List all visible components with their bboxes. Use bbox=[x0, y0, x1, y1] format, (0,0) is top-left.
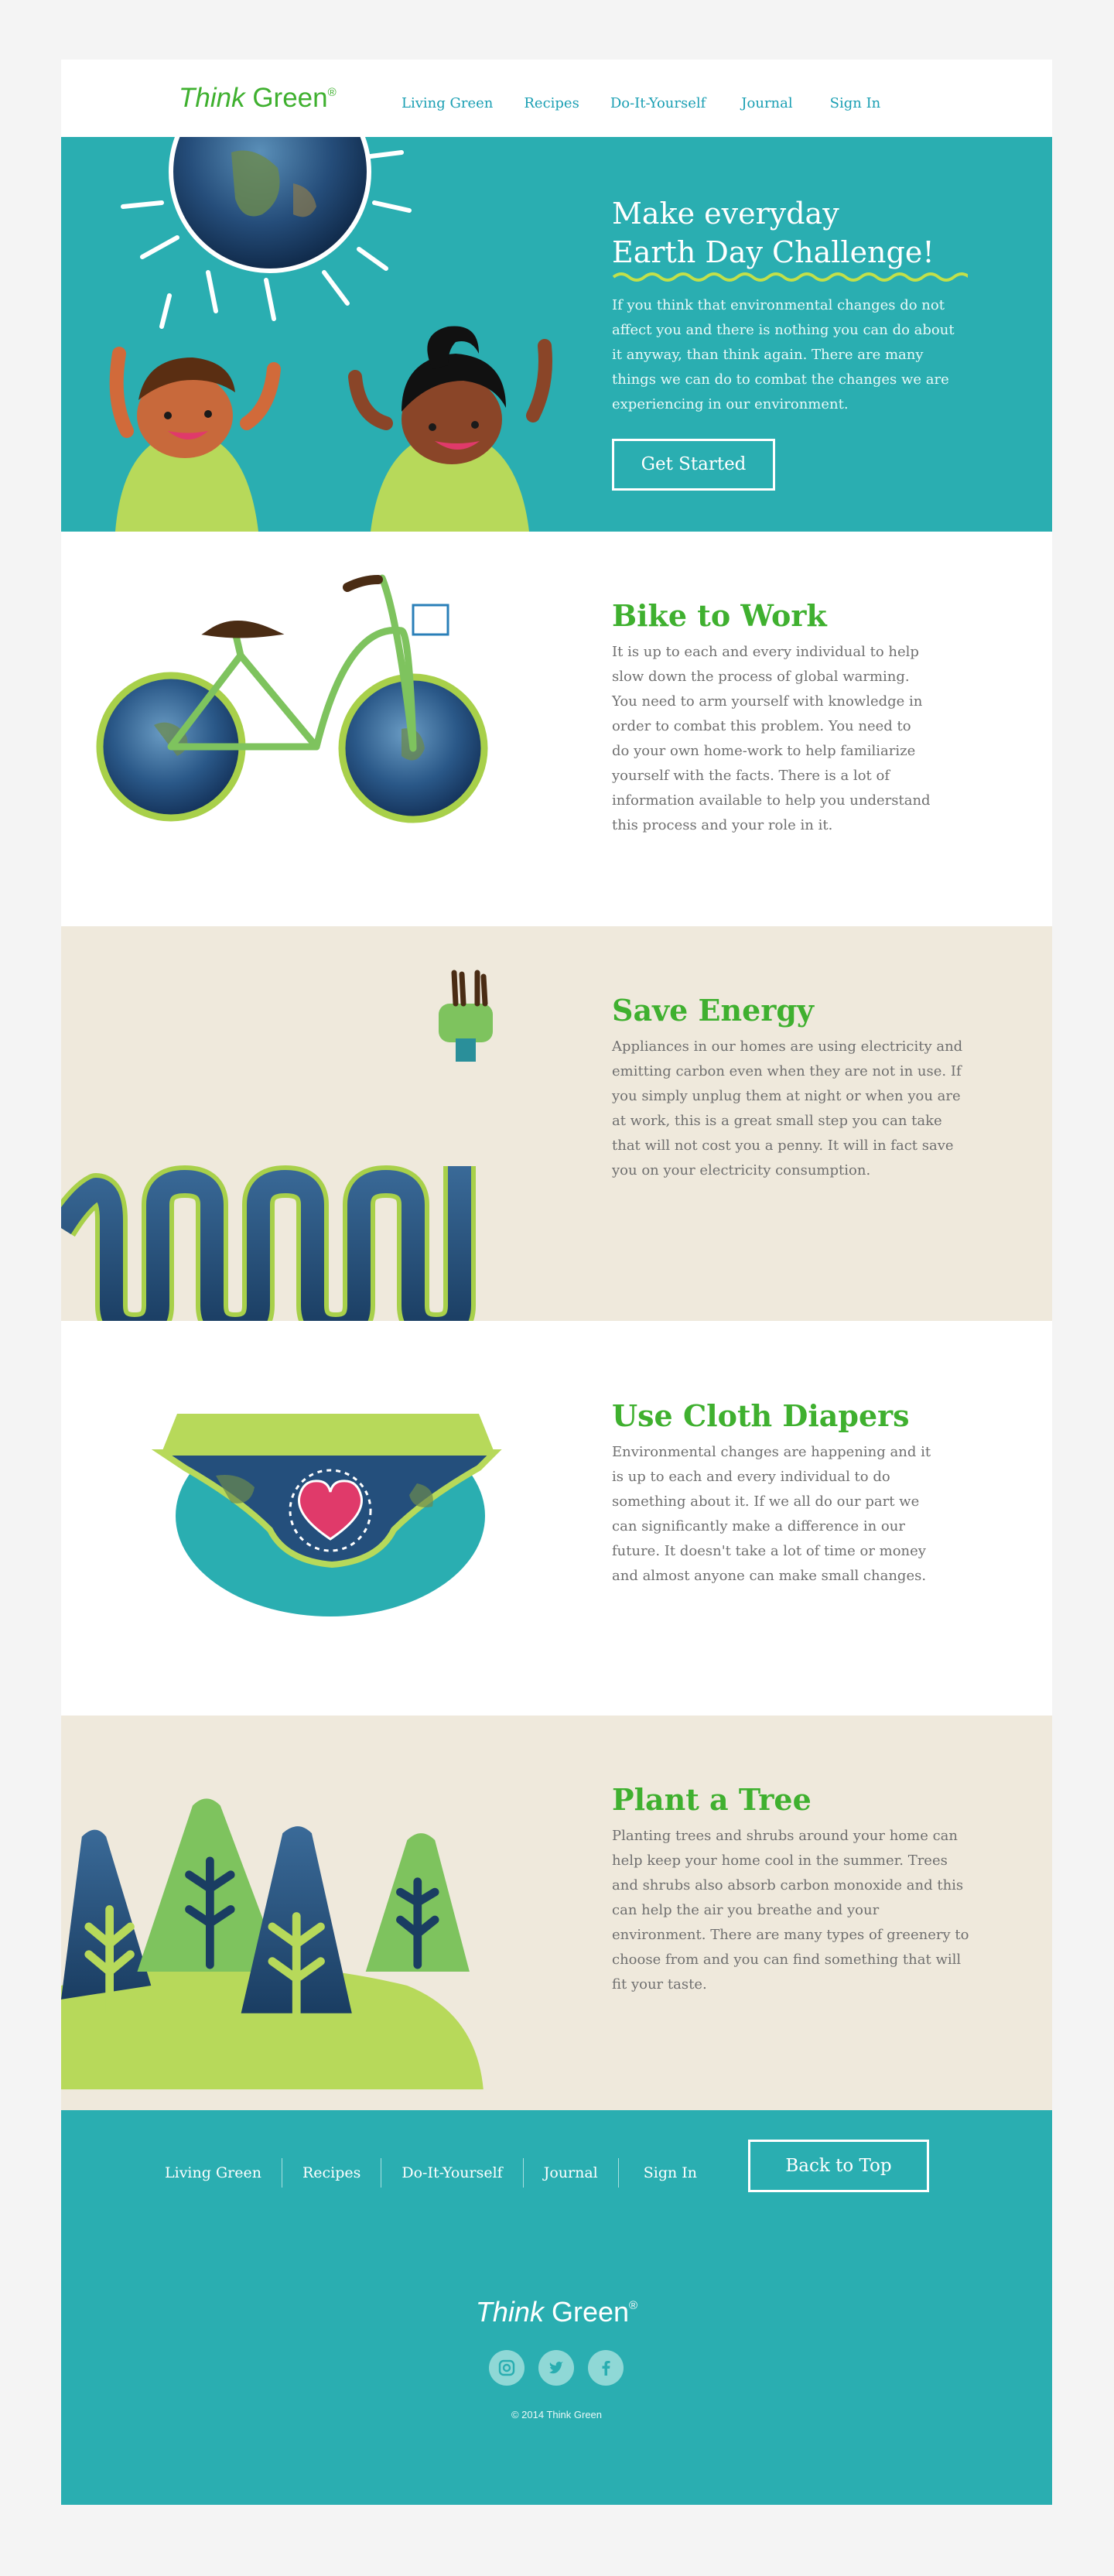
site-footer: Living Green Recipes Do-It-Yourself Jour… bbox=[61, 2110, 1052, 2505]
nav-do-it-yourself[interactable]: Do-It-Yourself bbox=[610, 95, 706, 111]
feature-bike-to-work: Bike to Work It is up to each and every … bbox=[61, 532, 1052, 926]
footer-nav-journal[interactable]: Journal bbox=[524, 2158, 619, 2188]
hero-title-line2: Earth Day Challenge! bbox=[612, 235, 935, 269]
copyright: © 2014 Think Green bbox=[511, 2409, 603, 2420]
feature-cloth-diapers: Use Cloth Diapers Environmental changes … bbox=[61, 1321, 1052, 1716]
wave-underline bbox=[612, 272, 968, 282]
main-nav: Living Green Recipes Do-It-Yourself Jour… bbox=[402, 95, 911, 111]
feature-description: Planting trees and shrubs around your ho… bbox=[612, 1828, 969, 1993]
footer-logo-trademark: ® bbox=[629, 2299, 638, 2312]
footer-nav-do-it-yourself[interactable]: Do-It-Yourself bbox=[381, 2158, 524, 2188]
hero-illustration bbox=[109, 137, 552, 532]
feature-description: Appliances in our homes are using electr… bbox=[612, 1038, 963, 1179]
logo-trademark: ® bbox=[327, 86, 337, 99]
hero-description: If you think that environmental changes … bbox=[612, 297, 955, 412]
hero-section: Make everyday Earth Day Challenge! If yo… bbox=[61, 137, 1052, 532]
feature-description: Environmental changes are happening and … bbox=[612, 1444, 931, 1584]
back-to-top-button[interactable]: Back to Top bbox=[748, 2140, 929, 2192]
hero-title-line1: Make everyday bbox=[612, 197, 839, 231]
power-cord-illustration bbox=[61, 970, 493, 1321]
logo-text: Green bbox=[244, 83, 328, 113]
footer-nav-recipes[interactable]: Recipes bbox=[282, 2158, 382, 2188]
nav-journal[interactable]: Journal bbox=[741, 95, 792, 111]
trees-illustration bbox=[61, 1798, 484, 2090]
hero-title: Make everyday Earth Day Challenge! bbox=[612, 194, 935, 272]
nav-sign-in[interactable]: Sign In bbox=[830, 95, 881, 111]
footer-logo[interactable]: Think Green® bbox=[61, 2296, 1052, 2328]
twitter-icon[interactable] bbox=[538, 2350, 574, 2386]
feature-title: Use Cloth Diapers bbox=[612, 1398, 910, 1433]
feature-description: It is up to each and every individual to… bbox=[612, 644, 931, 833]
site-logo[interactable]: Think Green® bbox=[179, 83, 337, 114]
feature-title: Bike to Work bbox=[612, 598, 827, 633]
plug-head bbox=[439, 1004, 493, 1042]
feature-title: Save Energy bbox=[612, 993, 814, 1028]
footer-nav-sign-in[interactable]: Sign In bbox=[619, 2158, 717, 2188]
social-links bbox=[489, 2350, 637, 2386]
footer-logo-italic-text: Think bbox=[475, 2296, 544, 2328]
get-started-button[interactable]: Get Started bbox=[612, 439, 775, 491]
page: Think Green® Living Green Recipes Do-It-… bbox=[61, 60, 1052, 2505]
footer-nav: Living Green Recipes Do-It-Yourself Jour… bbox=[165, 2158, 717, 2188]
feature-save-energy: Save Energy Appliances in our homes are … bbox=[61, 926, 1052, 1321]
nav-living-green[interactable]: Living Green bbox=[402, 95, 493, 111]
diaper-illustration bbox=[151, 1414, 502, 1616]
bike-illustration bbox=[96, 574, 488, 823]
footer-logo-text: Green bbox=[543, 2296, 630, 2328]
footer-nav-living-green[interactable]: Living Green bbox=[165, 2158, 282, 2188]
nav-recipes[interactable]: Recipes bbox=[524, 95, 579, 111]
feature-title: Plant a Tree bbox=[612, 1782, 812, 1817]
girl-figure bbox=[348, 326, 552, 532]
instagram-icon[interactable] bbox=[489, 2350, 525, 2386]
facebook-icon[interactable] bbox=[588, 2350, 624, 2386]
feature-plant-a-tree: Plant a Tree Planting trees and shrubs a… bbox=[61, 1716, 1052, 2110]
site-header: Think Green® Living Green Recipes Do-It-… bbox=[61, 60, 1052, 137]
boy-figure bbox=[109, 347, 281, 532]
logo-italic-text: Think bbox=[179, 83, 245, 113]
